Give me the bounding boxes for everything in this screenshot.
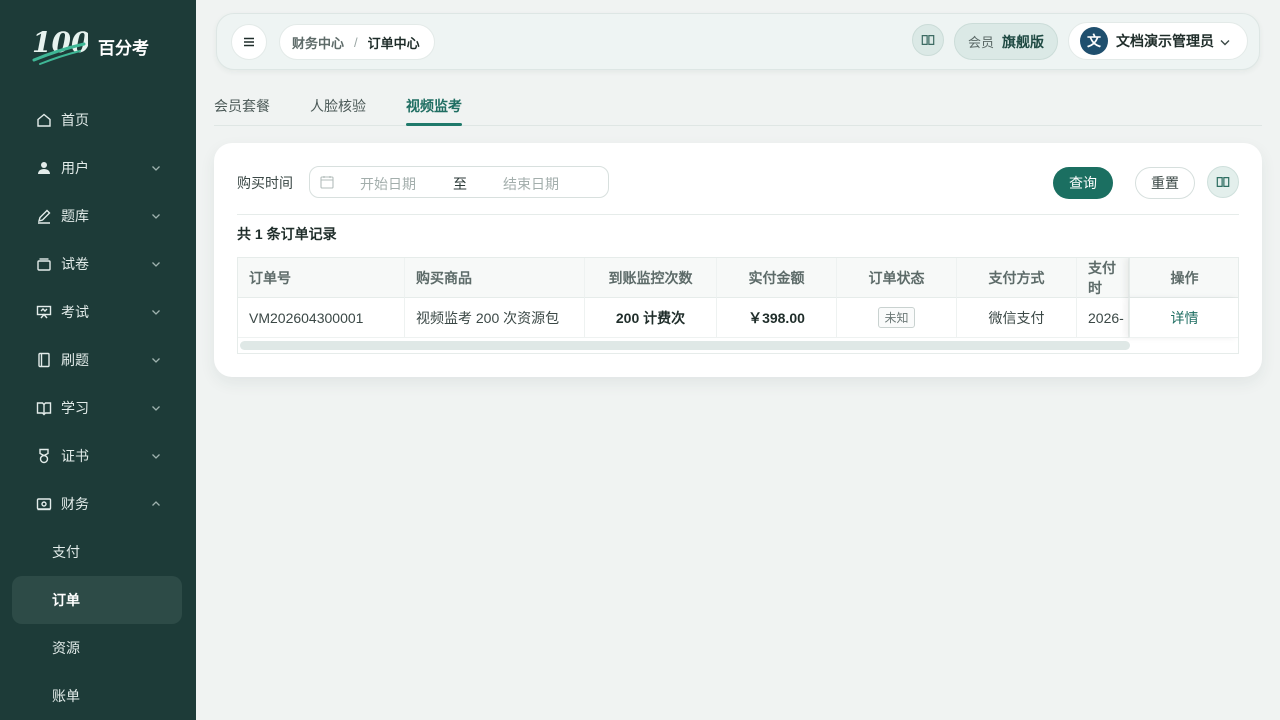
sidebar-item-label: 财务 xyxy=(61,496,89,512)
wallet-icon xyxy=(36,496,52,512)
menu-toggle-button[interactable] xyxy=(231,24,267,60)
detail-link[interactable]: 详情 xyxy=(1171,308,1199,328)
membership-level: 旗舰版 xyxy=(1002,33,1044,50)
pay-method-cell: 微信支付 xyxy=(957,298,1077,338)
tab-video-proctoring[interactable]: 视频监考 xyxy=(406,96,462,126)
top-header: 财务中心 / 订单中心 会员 旗舰版 文 文档演示管理员 xyxy=(216,13,1260,70)
calendar-icon xyxy=(320,176,334,189)
order-tabs: 会员套餐 人脸核验 视频监考 xyxy=(214,96,1262,126)
column-header: 实付金额 xyxy=(717,258,837,298)
sidebar-item-label: 首页 xyxy=(61,112,89,128)
column-header: 购买商品 xyxy=(405,258,585,298)
amount-cell: ￥398.00 xyxy=(717,298,837,338)
sidebar-subitem-resources[interactable]: 资源 xyxy=(0,624,196,672)
chevron-down-icon xyxy=(152,358,160,363)
sidebar-item-exams[interactable]: 考试 xyxy=(0,288,196,336)
membership-label: 会员 xyxy=(967,35,994,50)
column-header: 到账监控次数 xyxy=(585,258,717,298)
orders-table: 订单号 购买商品 到账监控次数 实付金额 订单状态 支付方式 支付时 操作 VM… xyxy=(237,257,1239,354)
sidebar-item-label: 学习 xyxy=(61,400,89,416)
product-cell: 视频监考 200 次资源包 xyxy=(405,298,585,338)
count-cell: 200 计费次 xyxy=(585,298,717,338)
horizontal-scrollbar[interactable] xyxy=(240,341,1130,350)
status-badge: 未知 xyxy=(878,307,915,328)
purchase-time-label: 购买时间 xyxy=(237,175,293,191)
orders-card: 购买时间 开始日期 至 结束日期 查询 重置 共 1 条订单记录 订单号 购买商… xyxy=(214,143,1262,377)
sidebar-item-practice[interactable]: 刷题 xyxy=(0,336,196,384)
sidebar-item-users[interactable]: 用户 xyxy=(0,144,196,192)
sidebar-item-question-bank[interactable]: 题库 xyxy=(0,192,196,240)
user-menu[interactable]: 文 文档演示管理员 xyxy=(1068,22,1248,60)
breadcrumb-separator: / xyxy=(354,34,358,50)
record-count: 共 1 条订单记录 xyxy=(237,226,337,242)
sidebar-item-label: 刷题 xyxy=(61,352,89,368)
svg-text:100: 100 xyxy=(32,26,88,59)
sidebar-item-certificates[interactable]: 证书 xyxy=(0,432,196,480)
column-header: 订单号 xyxy=(238,258,405,298)
sidebar-item-label: 题库 xyxy=(61,208,89,224)
sidebar-item-finance[interactable]: 财务 xyxy=(0,480,196,528)
tab-membership[interactable]: 会员套餐 xyxy=(214,96,270,126)
sidebar-item-label: 证书 xyxy=(61,448,89,464)
breadcrumb-current: 订单中心 xyxy=(367,35,420,51)
column-header: 支付方式 xyxy=(957,258,1077,298)
breadcrumb-parent[interactable]: 财务中心 xyxy=(292,33,344,52)
layers-icon xyxy=(36,256,52,272)
sidebar-nav: 首页 用户 题库 试卷 考试 刷题 学习 证书 财务 支付 订单 资源 账单 xyxy=(0,96,196,720)
column-header: 支付时 xyxy=(1077,258,1129,298)
brand-logo: 100 xyxy=(32,26,88,65)
column-header: 订单状态 xyxy=(837,258,957,298)
action-cell: 详情 xyxy=(1129,298,1238,338)
sidebar-item-label: 考试 xyxy=(61,304,89,320)
chevron-down-icon xyxy=(152,454,160,459)
chevron-down-icon xyxy=(152,310,160,315)
chevron-down-icon xyxy=(152,262,160,267)
book-icon xyxy=(1216,177,1230,187)
notebook-icon xyxy=(36,352,52,368)
membership-badge[interactable]: 会员 旗舰版 xyxy=(954,23,1058,60)
tab-face-verification[interactable]: 人脸核验 xyxy=(310,96,366,126)
sidebar: 100 百分考 首页 用户 题库 试卷 考试 刷题 学习 证书 财务 支付 订单… xyxy=(0,0,196,720)
order-number-cell: VM202604300001 xyxy=(238,298,405,338)
chevron-down-icon xyxy=(152,166,160,171)
user-icon xyxy=(36,160,52,176)
home-icon xyxy=(36,112,52,128)
help-docs-button[interactable] xyxy=(1207,166,1239,198)
chevron-down-icon xyxy=(1220,40,1230,46)
pay-time-cell: 2026- xyxy=(1077,298,1129,338)
sidebar-item-label: 试卷 xyxy=(61,256,89,272)
column-header: 操作 xyxy=(1129,258,1238,298)
presentation-icon xyxy=(36,304,52,320)
sidebar-item-papers[interactable]: 试卷 xyxy=(0,240,196,288)
sidebar-subitem-payment[interactable]: 支付 xyxy=(0,528,196,576)
book-icon xyxy=(36,400,52,416)
start-date-input[interactable]: 开始日期 xyxy=(360,174,416,194)
breadcrumb: 财务中心 / 订单中心 xyxy=(279,24,435,60)
brand[interactable]: 100 百分考 xyxy=(30,26,149,66)
book-icon xyxy=(921,35,935,45)
brand-name: 百分考 xyxy=(98,38,149,58)
docs-button[interactable] xyxy=(912,24,944,56)
menu-icon xyxy=(244,37,254,47)
avatar: 文 xyxy=(1080,27,1108,55)
date-range-picker[interactable]: 开始日期 至 结束日期 xyxy=(309,166,609,198)
chevron-down-icon xyxy=(152,214,160,219)
sidebar-subitem-bills[interactable]: 账单 xyxy=(0,672,196,720)
reset-button[interactable]: 重置 xyxy=(1135,167,1195,199)
edit-icon xyxy=(36,208,52,224)
sidebar-item-home[interactable]: 首页 xyxy=(0,96,196,144)
sidebar-item-label: 用户 xyxy=(61,160,89,176)
status-cell: 未知 xyxy=(837,298,957,338)
chevron-down-icon xyxy=(152,406,160,411)
query-button[interactable]: 查询 xyxy=(1053,167,1113,199)
end-date-input[interactable]: 结束日期 xyxy=(503,174,559,194)
sidebar-item-learning[interactable]: 学习 xyxy=(0,384,196,432)
sidebar-subitem-orders[interactable]: 订单 xyxy=(12,576,182,624)
medal-icon xyxy=(36,448,52,464)
user-name: 文档演示管理员 xyxy=(1116,33,1214,49)
chevron-up-icon xyxy=(152,501,160,506)
divider xyxy=(237,214,1239,215)
date-range-separator: 至 xyxy=(453,176,467,192)
